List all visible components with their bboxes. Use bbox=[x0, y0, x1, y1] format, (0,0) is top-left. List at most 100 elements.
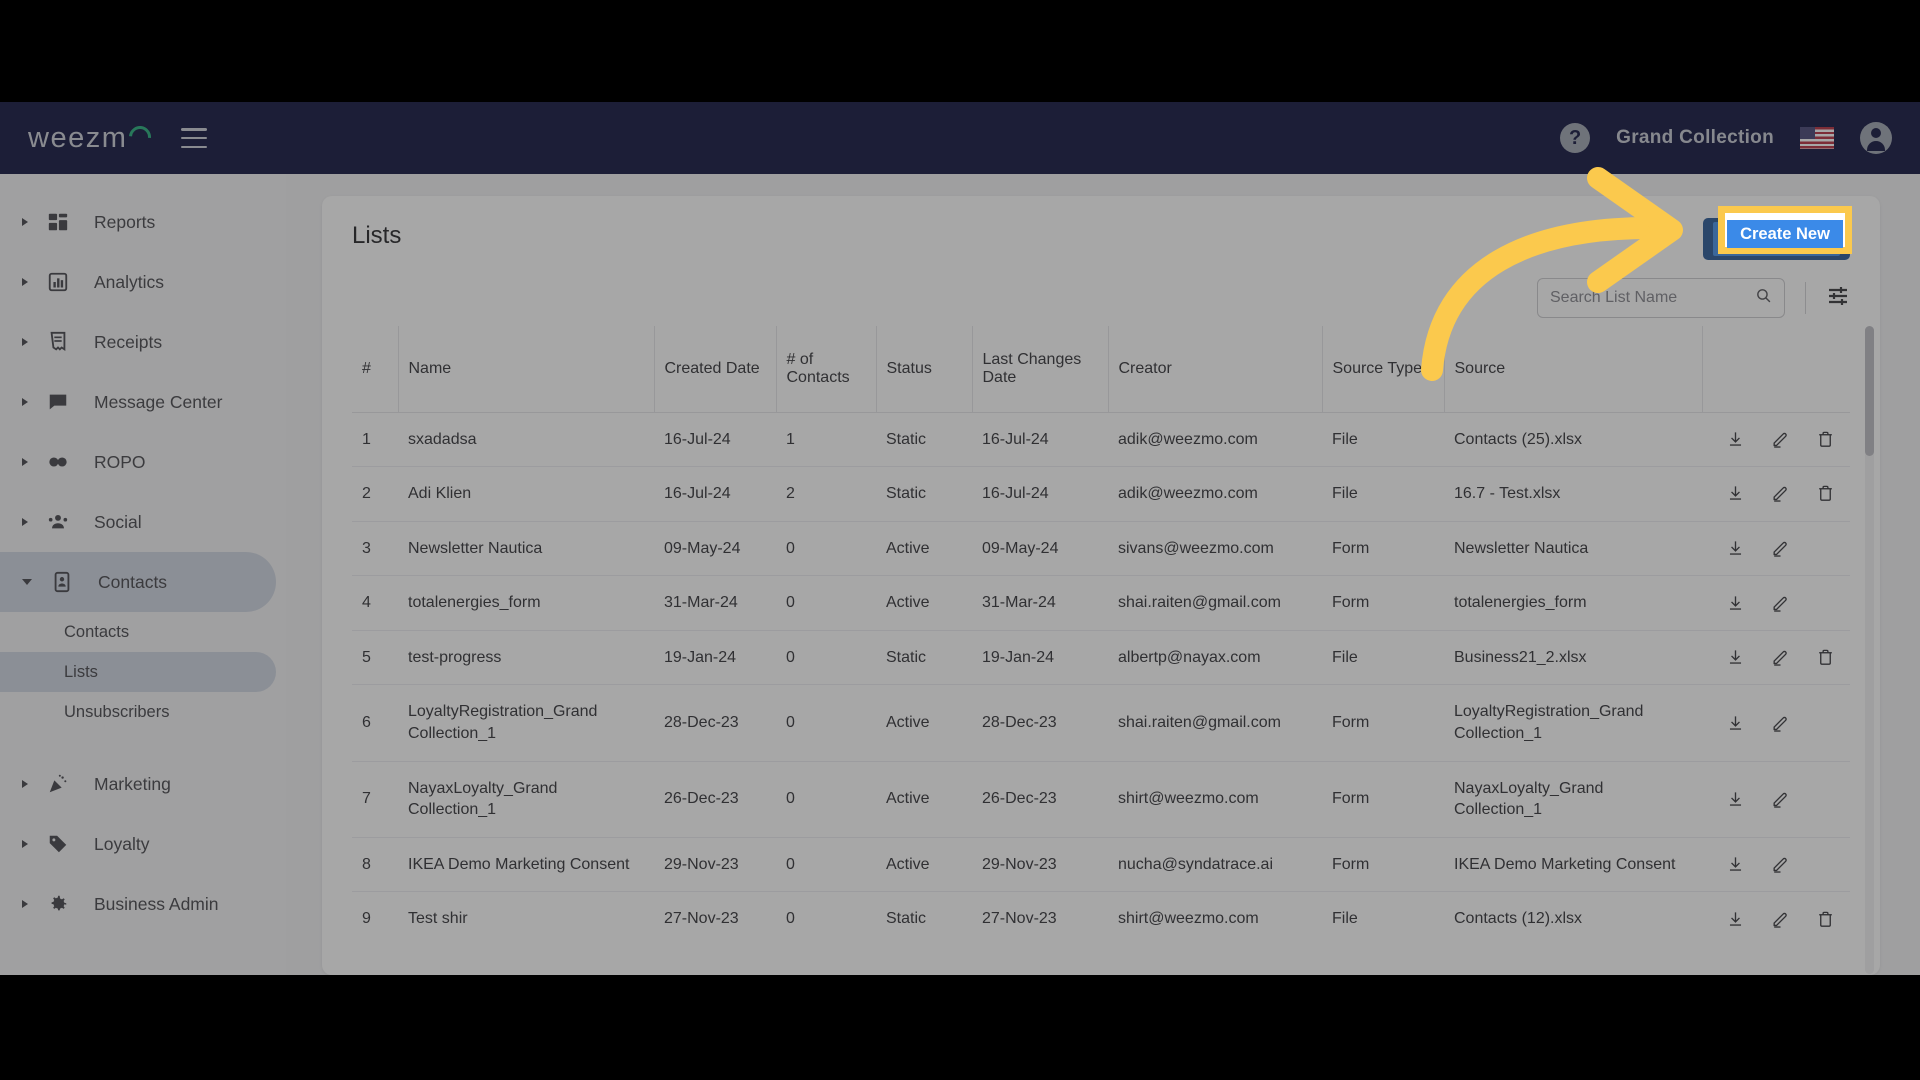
column-header-created[interactable]: Created Date bbox=[654, 326, 777, 413]
cell-contact-count: 0 bbox=[776, 684, 876, 762]
sidebar-item-business-admin[interactable]: Business Admin bbox=[0, 874, 276, 934]
search-list-name-box[interactable] bbox=[1537, 278, 1785, 318]
row-actions bbox=[1712, 430, 1842, 449]
download-icon[interactable] bbox=[1726, 714, 1745, 733]
edit-pencil-icon[interactable] bbox=[1771, 484, 1790, 503]
column-header-status[interactable]: Status bbox=[876, 326, 973, 413]
help-circle-icon[interactable]: ? bbox=[1560, 123, 1591, 153]
download-icon[interactable] bbox=[1726, 430, 1745, 449]
row-actions bbox=[1712, 910, 1842, 929]
table-row[interactable]: 8 IKEA Demo Marketing Consent 29-Nov-23 0 Ac… bbox=[352, 837, 1850, 893]
edit-pencil-icon[interactable] bbox=[1771, 910, 1790, 929]
scrollbar-thumb[interactable] bbox=[1865, 326, 1874, 456]
cell-index: 1 bbox=[352, 412, 398, 468]
cell-status: Active bbox=[876, 575, 972, 631]
delete-trash-icon[interactable] bbox=[1816, 910, 1835, 929]
edit-pencil-icon[interactable] bbox=[1771, 648, 1790, 667]
table-row[interactable]: 7 NayaxLoyalty_Grand Collection_1 26-Dec-2… bbox=[352, 761, 1850, 838]
sidebar-item-label: ROPO bbox=[94, 451, 146, 472]
sidebar-item-label: Business Admin bbox=[94, 893, 219, 914]
gear-icon bbox=[46, 892, 70, 916]
screenshot-root: weezm ? Grand Collection Reports Analyti… bbox=[0, 0, 1920, 1080]
sidebar-item-contacts[interactable]: Contacts bbox=[0, 552, 276, 612]
cell-source: NayaxLoyalty_Grand Collection_1 bbox=[1444, 761, 1702, 838]
account-avatar-icon[interactable] bbox=[1860, 122, 1892, 154]
column-header-creator[interactable]: Creator bbox=[1108, 326, 1323, 413]
sidebar-subitem-lists[interactable]: Lists bbox=[0, 652, 276, 692]
table-row[interactable]: 9 Test shir 27-Nov-23 0 Static 27-Nov-23 shirt… bbox=[352, 892, 1850, 946]
download-icon[interactable] bbox=[1726, 855, 1745, 874]
sidebar-subitem-contacts[interactable]: Contacts bbox=[0, 612, 276, 652]
column-header-name[interactable]: Name bbox=[398, 326, 655, 413]
table-row[interactable]: 3 Newsletter Nautica 09-May-24 0 Active 09-Ma… bbox=[352, 521, 1850, 577]
table-scrollbar[interactable] bbox=[1865, 326, 1874, 974]
delete-trash-icon[interactable] bbox=[1816, 430, 1835, 449]
cell-row-actions bbox=[1702, 412, 1850, 468]
cell-source-type: Form bbox=[1322, 761, 1444, 838]
download-icon[interactable] bbox=[1726, 648, 1745, 667]
chevron-right-icon bbox=[22, 218, 28, 226]
cell-contact-count: 0 bbox=[776, 837, 876, 893]
cell-source-type: Form bbox=[1322, 837, 1444, 893]
column-header-last-change[interactable]: Last Changes Date bbox=[972, 326, 1109, 413]
chat-bubble-icon bbox=[46, 390, 70, 414]
column-header-source[interactable]: Source bbox=[1444, 326, 1703, 413]
search-input[interactable] bbox=[1550, 289, 1755, 307]
sidebar-subitem-unsubscribers[interactable]: Unsubscribers bbox=[0, 692, 276, 732]
top-navigation-bar: weezm ? Grand Collection bbox=[0, 102, 1920, 174]
hamburger-menu-icon[interactable] bbox=[181, 128, 208, 148]
delete-trash-icon[interactable] bbox=[1816, 648, 1835, 667]
download-icon[interactable] bbox=[1726, 790, 1745, 809]
edit-pencil-icon[interactable] bbox=[1771, 855, 1790, 874]
cell-status: Active bbox=[876, 521, 972, 577]
cell-creator: sivans@weezmo.com bbox=[1108, 521, 1322, 577]
download-icon[interactable] bbox=[1726, 910, 1745, 929]
sidebar-item-ropo[interactable]: ROPO bbox=[0, 432, 276, 492]
table-row[interactable]: 4 totalenergies_form 31-Mar-24 0 Active 31-Ma… bbox=[352, 575, 1850, 631]
column-header-actions bbox=[1702, 326, 1850, 413]
search-icon[interactable] bbox=[1755, 287, 1772, 309]
sidebar-item-loyalty[interactable]: Loyalty bbox=[0, 814, 276, 874]
cell-created-date: 16-Jul-24 bbox=[654, 412, 776, 468]
sidebar-item-social[interactable]: Social bbox=[0, 492, 276, 552]
sidebar-item-marketing[interactable]: Marketing bbox=[0, 754, 276, 814]
download-icon[interactable] bbox=[1726, 539, 1745, 558]
table-row[interactable]: 2 Adi Klien 16-Jul-24 2 Static 16-Jul-24 adik@… bbox=[352, 466, 1850, 522]
edit-pencil-icon[interactable] bbox=[1771, 430, 1790, 449]
cell-name: test-progress bbox=[398, 630, 654, 686]
sidebar-item-receipts[interactable]: Receipts bbox=[0, 312, 276, 372]
contact-card-icon bbox=[50, 570, 74, 594]
column-header-source-type[interactable]: Source Type bbox=[1322, 326, 1445, 413]
cell-source: 16.7 - Test.xlsx bbox=[1444, 466, 1702, 522]
us-flag-icon[interactable] bbox=[1800, 127, 1834, 149]
edit-pencil-icon[interactable] bbox=[1771, 790, 1790, 809]
table-row[interactable]: 6 LoyaltyRegistration_Grand Collection_1 2… bbox=[352, 684, 1850, 762]
column-header-index[interactable]: # bbox=[352, 326, 399, 413]
cell-contact-count: 0 bbox=[776, 630, 876, 686]
edit-pencil-icon[interactable] bbox=[1771, 539, 1790, 558]
sidebar-item-reports[interactable]: Reports bbox=[0, 192, 276, 252]
sidebar-item-analytics[interactable]: Analytics bbox=[0, 252, 276, 312]
cell-last-changes-date: 27-Nov-23 bbox=[982, 910, 1057, 928]
weezmo-logo[interactable]: weezm bbox=[28, 121, 156, 155]
filter-sliders-icon[interactable] bbox=[1826, 284, 1850, 313]
delete-trash-icon[interactable] bbox=[1816, 484, 1835, 503]
chevron-right-icon bbox=[22, 840, 28, 848]
edit-pencil-icon[interactable] bbox=[1771, 714, 1790, 733]
table-row[interactable]: 5 test-progress 19-Jan-24 0 Static 19-Jan-24 a… bbox=[352, 630, 1850, 686]
sidebar-item-message-center[interactable]: Message Center bbox=[0, 372, 276, 432]
tools-divider bbox=[1805, 282, 1806, 314]
lists-table: # Name Created Date # of Contacts Status… bbox=[352, 326, 1850, 946]
account-name-label[interactable]: Grand Collection bbox=[1616, 127, 1774, 149]
download-icon[interactable] bbox=[1726, 594, 1745, 613]
row-actions bbox=[1712, 855, 1842, 874]
table-row[interactable]: 1 sxadadsa 16-Jul-24 1 Static 16-Jul-24 adik@w… bbox=[352, 412, 1850, 468]
column-header-contacts[interactable]: # of Contacts bbox=[776, 326, 877, 413]
row-actions bbox=[1712, 539, 1842, 558]
edit-pencil-icon[interactable] bbox=[1771, 594, 1790, 613]
create-new-button-highlighted[interactable]: Create New bbox=[1727, 220, 1843, 248]
download-icon[interactable] bbox=[1726, 484, 1745, 503]
chevron-right-icon bbox=[22, 398, 28, 406]
cell-creator: shirt@weezmo.com bbox=[1118, 910, 1259, 928]
application-viewport: weezm ? Grand Collection Reports Analyti… bbox=[0, 102, 1920, 975]
